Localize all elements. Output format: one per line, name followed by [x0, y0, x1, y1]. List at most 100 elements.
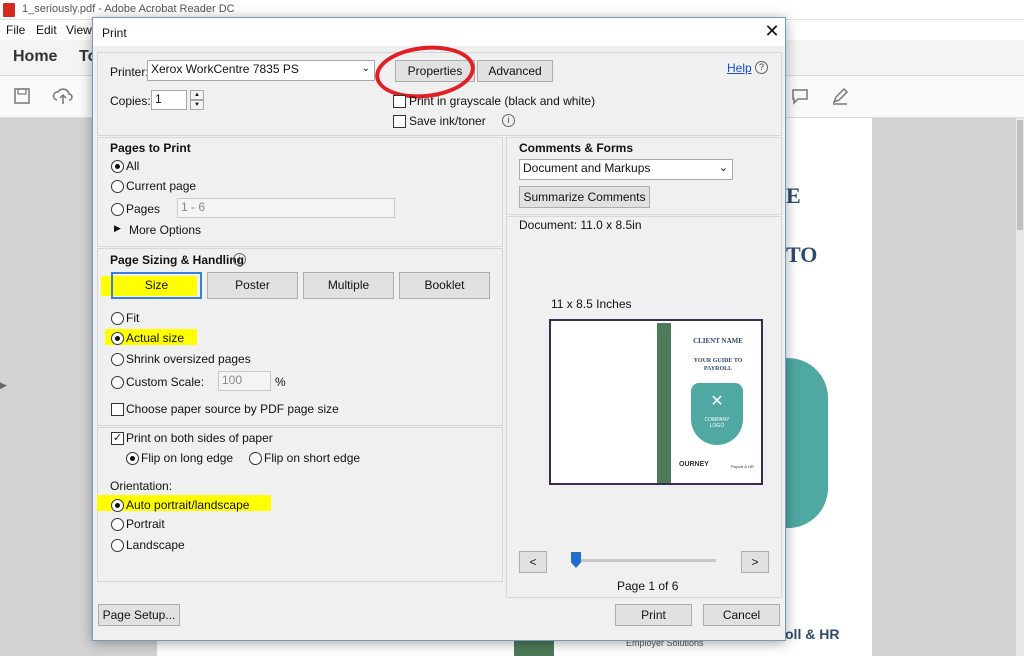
landscape-label: Landscape — [126, 538, 185, 552]
paper-source-checkbox[interactable] — [111, 403, 124, 416]
pages-all-label: All — [126, 159, 140, 173]
grayscale-label: Print in grayscale (black and white) — [409, 94, 596, 108]
preview-green-spine — [657, 323, 671, 483]
printer-select-value: Xerox WorkCentre 7835 PS — [151, 62, 299, 76]
shrink-radio[interactable] — [111, 353, 124, 366]
dialog-title: Print — [102, 26, 127, 40]
chevron-down-icon: ⌄ — [361, 63, 370, 74]
doc-heading-fragment-2: TO — [786, 242, 818, 267]
comments-forms-value: Document and Markups — [523, 161, 651, 175]
custom-scale-label: Custom Scale: — [126, 375, 205, 389]
custom-scale-radio[interactable] — [111, 376, 124, 389]
menu-edit[interactable]: Edit — [36, 23, 57, 37]
current-page-label: Current page — [126, 179, 197, 193]
both-sides-label: Print on both sides of paper — [126, 431, 273, 445]
preview-brand-sub: Payroll & HR — [731, 464, 754, 469]
save-icon[interactable] — [12, 86, 32, 106]
cancel-button[interactable]: Cancel — [703, 604, 780, 626]
help-link[interactable]: Help — [727, 61, 752, 75]
left-panel-toggle-icon[interactable]: ▶ — [0, 380, 10, 400]
long-edge-radio[interactable] — [126, 452, 139, 465]
sheet-size-label: 11 x 8.5 Inches — [551, 297, 632, 311]
actual-size-label: Actual size — [126, 331, 185, 345]
actual-size-radio[interactable] — [111, 332, 124, 345]
fit-label: Fit — [126, 311, 140, 325]
comments-forms-heading: Comments & Forms — [519, 141, 634, 155]
copies-label: Copies: — [110, 94, 151, 108]
save-ink-info-icon[interactable]: i — [502, 114, 515, 127]
print-preview-page: CLIENT NAME YOUR GUIDE TO PAYROLL ✕ COMP… — [549, 319, 763, 485]
preview-client-name: CLIENT NAME — [693, 337, 743, 345]
document-scrollbar[interactable] — [1016, 118, 1024, 656]
pages-all-radio[interactable] — [111, 160, 124, 173]
fit-radio[interactable] — [111, 312, 124, 325]
scrollbar-thumb[interactable] — [1017, 120, 1023, 230]
more-options-toggle[interactable]: More Options — [129, 223, 201, 237]
summarize-comments-button[interactable]: Summarize Comments — [519, 186, 650, 208]
doc-shield-graphic — [783, 358, 828, 528]
pages-range-radio[interactable] — [111, 203, 124, 216]
print-dialog: Print ✕ Printer: Xerox WorkCentre 7835 P… — [92, 17, 786, 641]
print-button[interactable]: Print — [615, 604, 692, 626]
close-icon[interactable]: ✕ — [761, 20, 783, 42]
custom-scale-input[interactable]: 100 — [218, 371, 271, 391]
preview-guide-line2: PAYROLL — [703, 366, 733, 372]
page-sizing-heading: Page Sizing & Handling — [110, 253, 245, 267]
next-page-button[interactable]: > — [741, 551, 769, 573]
size-button[interactable]: Size — [111, 272, 202, 299]
expand-triangle-icon[interactable]: ▶ — [114, 223, 121, 234]
menu-view[interactable]: View — [66, 23, 92, 37]
auto-orientation-radio[interactable] — [111, 499, 124, 512]
prev-page-button[interactable]: < — [519, 551, 547, 573]
multiple-button[interactable]: Multiple — [303, 272, 394, 299]
help-info-icon[interactable]: ? — [755, 61, 768, 74]
doc-heading-fragment-1: E — [786, 183, 801, 208]
auto-orientation-label: Auto portrait/landscape — [126, 498, 250, 512]
tab-home[interactable]: Home — [13, 48, 57, 66]
advanced-button[interactable]: Advanced — [477, 60, 553, 82]
pages-range-label: Pages — [126, 202, 161, 216]
pages-range-input[interactable]: 1 - 6 — [177, 198, 395, 218]
copies-input[interactable]: 1 — [151, 90, 187, 110]
document-size-label: Document: 11.0 x 8.5in — [519, 218, 642, 232]
orientation-heading: Orientation: — [110, 479, 173, 493]
preview-crossed-icon: ✕ — [710, 393, 724, 410]
doc-footer-brand: oll & HR — [785, 626, 840, 642]
poster-button[interactable]: Poster — [207, 272, 298, 299]
app-window-title: 1_seriously.pdf - Adobe Acrobat Reader D… — [22, 3, 235, 15]
current-page-radio[interactable] — [111, 180, 124, 193]
percent-sign: % — [275, 375, 286, 389]
cloud-upload-icon[interactable] — [52, 86, 73, 106]
printer-select[interactable]: Xerox WorkCentre 7835 PS ⌄ — [147, 60, 375, 81]
highlight-pen-icon[interactable] — [830, 86, 850, 106]
portrait-label: Portrait — [126, 517, 165, 531]
short-edge-radio[interactable] — [249, 452, 262, 465]
landscape-radio[interactable] — [111, 539, 124, 552]
grayscale-checkbox[interactable] — [393, 95, 406, 108]
copies-increment[interactable]: ▲ — [190, 90, 204, 100]
page-sizing-info-icon[interactable]: i — [233, 253, 246, 266]
portrait-radio[interactable] — [111, 518, 124, 531]
page-setup-button[interactable]: Page Setup... — [98, 604, 180, 626]
copies-decrement[interactable]: ▼ — [190, 100, 204, 110]
comments-forms-select[interactable]: Document and Markups ⌄ — [519, 159, 733, 180]
short-edge-label: Flip on short edge — [264, 451, 361, 465]
page-indicator: Page 1 of 6 — [617, 579, 679, 593]
menu-file[interactable]: File — [6, 23, 25, 37]
preview-brand: OURNEY — [679, 461, 709, 468]
preview-company-logo: COMPANY LOGO — [704, 417, 730, 429]
shrink-label: Shrink oversized pages — [126, 352, 251, 366]
both-sides-checkbox[interactable]: ✓ — [111, 432, 124, 445]
pdf-file-icon — [3, 3, 15, 17]
save-ink-checkbox[interactable] — [393, 115, 406, 128]
dialog-titlebar: Print ✕ — [93, 18, 785, 46]
pages-to-print-heading: Pages to Print — [110, 141, 191, 155]
save-ink-label: Save ink/toner — [409, 114, 486, 128]
chevron-down-icon: ⌄ — [718, 162, 728, 174]
booklet-button[interactable]: Booklet — [399, 272, 490, 299]
comment-icon[interactable] — [790, 86, 810, 106]
long-edge-label: Flip on long edge — [141, 451, 234, 465]
paper-source-label: Choose paper source by PDF page size — [126, 402, 339, 416]
page-slider-track[interactable] — [571, 559, 716, 562]
preview-guide-line1: YOUR GUIDE TO — [693, 358, 743, 364]
